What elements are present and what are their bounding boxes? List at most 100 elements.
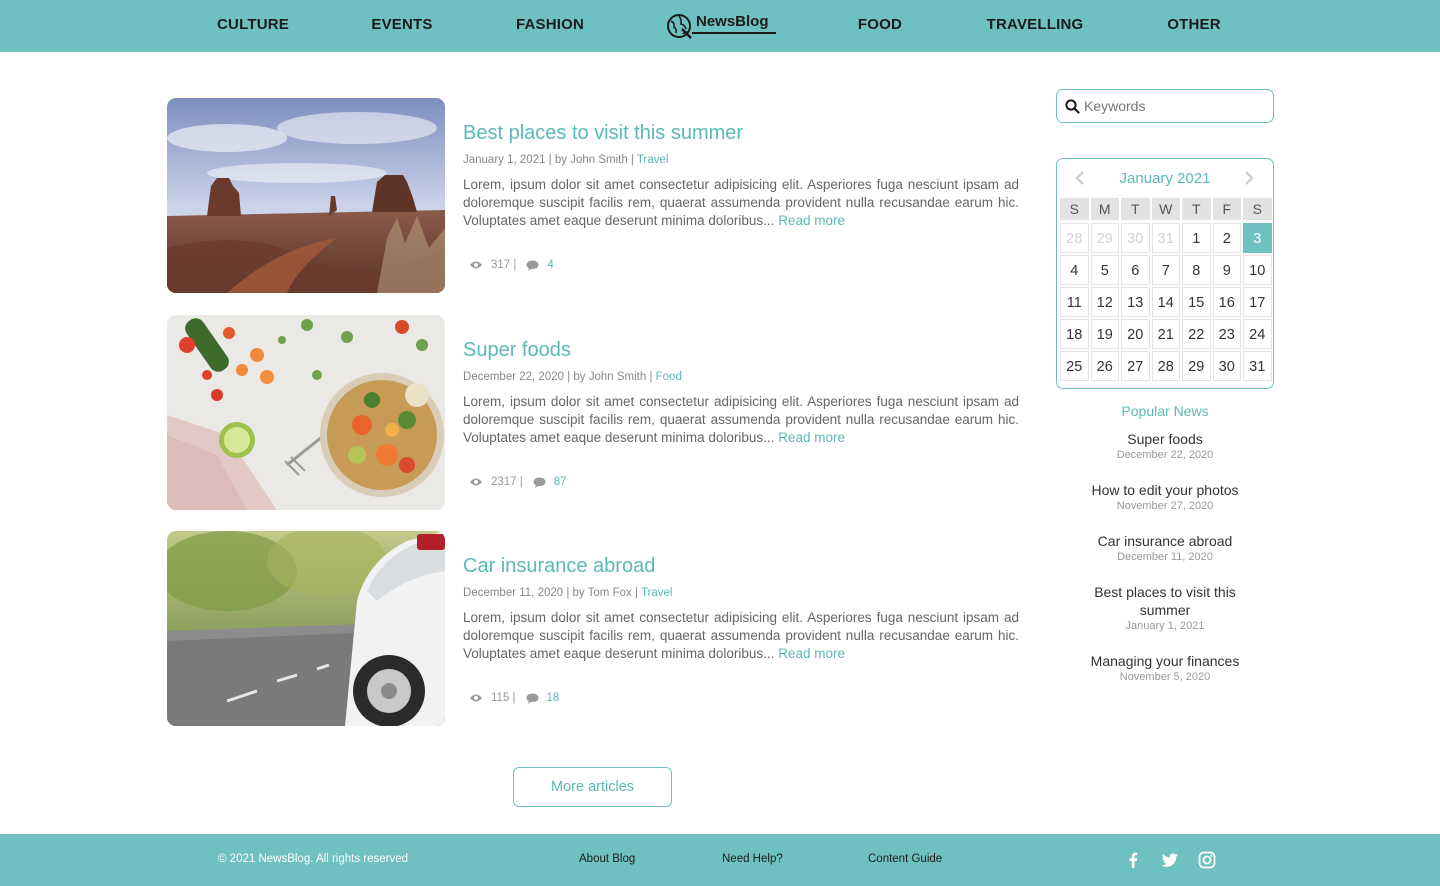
article-image-food[interactable] [167, 315, 445, 510]
nav-culture[interactable]: CULTURE [183, 0, 323, 52]
calendar-day[interactable]: 12 [1090, 287, 1119, 317]
article-excerpt-text: Lorem, ipsum dolor sit amet consectetur … [463, 177, 1019, 228]
calendar-day[interactable]: 5 [1090, 255, 1119, 285]
calendar-day[interactable]: 25 [1060, 351, 1089, 381]
calendar-day[interactable]: 14 [1151, 287, 1180, 317]
calendar-week: 25 26 27 28 29 30 31 [1059, 350, 1273, 382]
article-category-link[interactable]: Travel [641, 587, 673, 599]
article-image-car[interactable] [167, 531, 445, 726]
calendar-day[interactable]: 8 [1182, 255, 1211, 285]
calendar-day[interactable]: 2 [1212, 223, 1241, 253]
comment-icon [526, 693, 539, 704]
popular-news-item[interactable]: Best places to visit this summer January… [1056, 583, 1274, 633]
article-category-link[interactable]: Food [656, 371, 682, 383]
calendar-day[interactable]: 30 [1212, 351, 1241, 381]
instagram-icon[interactable] [1197, 850, 1217, 870]
popular-news-item[interactable]: Car insurance abroad December 11, 2020 [1056, 532, 1274, 564]
copyright-text: © 2021 NewsBlog. All rights reserved [218, 853, 409, 865]
calendar-day[interactable]: 30 [1121, 223, 1150, 253]
weekday-label: W [1151, 198, 1180, 220]
calendar-day[interactable]: 26 [1090, 351, 1119, 381]
search-icon [1065, 99, 1080, 114]
calendar-week: 11 12 13 14 15 16 17 [1059, 286, 1273, 318]
footer-link-content-guide[interactable]: Content Guide [868, 853, 942, 865]
weekday-label: T [1182, 198, 1211, 220]
calendar-day[interactable]: 15 [1182, 287, 1211, 317]
popular-news-item[interactable]: Managing your finances November 5, 2020 [1056, 652, 1274, 684]
nav-other[interactable]: OTHER [1124, 0, 1264, 52]
chevron-right-icon[interactable] [1239, 169, 1257, 187]
article-image-desert[interactable] [167, 98, 445, 293]
comment-count[interactable]: 87 [554, 476, 567, 488]
article-category-link[interactable]: Travel [637, 154, 669, 166]
footer-link-help[interactable]: Need Help? [722, 853, 783, 865]
popular-news-date: November 5, 2020 [1119, 671, 1211, 683]
calendar-day[interactable]: 19 [1090, 319, 1119, 349]
nav-travelling[interactable]: TRAVELLING [965, 0, 1105, 52]
twitter-icon[interactable] [1160, 850, 1180, 870]
calendar-day[interactable]: 13 [1121, 287, 1150, 317]
article-title[interactable]: Best places to visit this summer [463, 122, 743, 145]
calendar-day[interactable]: 9 [1212, 255, 1241, 285]
search-input[interactable] [1084, 95, 1264, 117]
calendar-day[interactable]: 6 [1121, 255, 1150, 285]
article-meta: January 1, 2021 | by John Smith | Travel [463, 154, 668, 166]
calendar-day[interactable]: 4 [1060, 255, 1089, 285]
calendar-day[interactable]: 11 [1060, 287, 1089, 317]
nav-fashion[interactable]: FASHION [480, 0, 620, 52]
calendar-day[interactable]: 17 [1243, 287, 1272, 317]
weekday-label: M [1090, 198, 1119, 220]
popular-news-date: December 11, 2020 [1117, 551, 1213, 563]
popular-news-item[interactable]: Super foods December 22, 2020 [1056, 430, 1274, 462]
calendar-day[interactable]: 27 [1121, 351, 1150, 381]
popular-news-title: How to edit your photos [1091, 482, 1239, 498]
comment-count[interactable]: 18 [547, 692, 560, 704]
more-articles-button[interactable]: More articles [513, 767, 672, 807]
facebook-icon[interactable] [1123, 850, 1143, 870]
eye-icon [470, 694, 482, 702]
popular-news-title: Managing your finances [1090, 653, 1240, 669]
article-excerpt-text: Lorem, ipsum dolor sit amet consectetur … [463, 394, 1019, 445]
comment-count[interactable]: 4 [547, 259, 553, 271]
calendar-week: 4 5 6 7 8 9 10 [1059, 254, 1273, 286]
article-excerpt: Lorem, ipsum dolor sit amet consectetur … [463, 609, 1019, 663]
calendar-day[interactable]: 29 [1090, 223, 1119, 253]
popular-news-item[interactable]: How to edit your photos November 27, 202… [1056, 481, 1274, 513]
article-card: Super foods December 22, 2020 | by John … [167, 315, 1019, 511]
newsblog-logo[interactable]: NewsBlog [664, 11, 779, 41]
calendar-day[interactable]: 29 [1182, 351, 1211, 381]
calendar-day[interactable]: 28 [1151, 351, 1180, 381]
weekday-label: F [1212, 198, 1241, 220]
article-date-author: December 22, 2020 | by John Smith | [463, 371, 656, 383]
popular-news-date: January 1, 2021 [1125, 620, 1205, 632]
article-card: Best places to visit this summer January… [167, 98, 1019, 294]
calendar-day[interactable]: 10 [1243, 255, 1272, 285]
calendar-day[interactable]: 21 [1151, 319, 1180, 349]
read-more-link[interactable]: Read more [778, 646, 845, 661]
calendar-day[interactable]: 20 [1121, 319, 1150, 349]
article-card: Car insurance abroad December 11, 2020 |… [167, 531, 1019, 727]
calendar-day[interactable]: 24 [1243, 319, 1272, 349]
calendar-day[interactable]: 23 [1212, 319, 1241, 349]
popular-news-title: Best places to visit this summer [1094, 584, 1236, 618]
article-title[interactable]: Car insurance abroad [463, 555, 655, 578]
popular-news-title: Car insurance abroad [1097, 533, 1233, 549]
calendar-day[interactable]: 16 [1212, 287, 1241, 317]
calendar-day[interactable]: 31 [1151, 223, 1180, 253]
calendar-day[interactable]: 22 [1182, 319, 1211, 349]
calendar-week: 18 19 20 21 22 23 24 [1059, 318, 1273, 350]
read-more-link[interactable]: Read more [778, 213, 845, 228]
article-title[interactable]: Super foods [463, 339, 571, 362]
footer-link-about[interactable]: About Blog [579, 853, 635, 865]
calendar-day[interactable]: 31 [1243, 351, 1272, 381]
article-stats: 2317 | 87 [469, 476, 567, 488]
calendar-day[interactable]: 18 [1060, 319, 1089, 349]
read-more-link[interactable]: Read more [778, 430, 845, 445]
nav-events[interactable]: EVENTS [332, 0, 472, 52]
calendar-day[interactable]: 28 [1060, 223, 1089, 253]
logo-text: NewsBlog [696, 13, 769, 30]
nav-food[interactable]: FOOD [810, 0, 950, 52]
calendar-day[interactable]: 1 [1182, 223, 1211, 253]
calendar-day[interactable]: 7 [1151, 255, 1180, 285]
calendar-day-selected[interactable]: 3 [1243, 223, 1272, 253]
